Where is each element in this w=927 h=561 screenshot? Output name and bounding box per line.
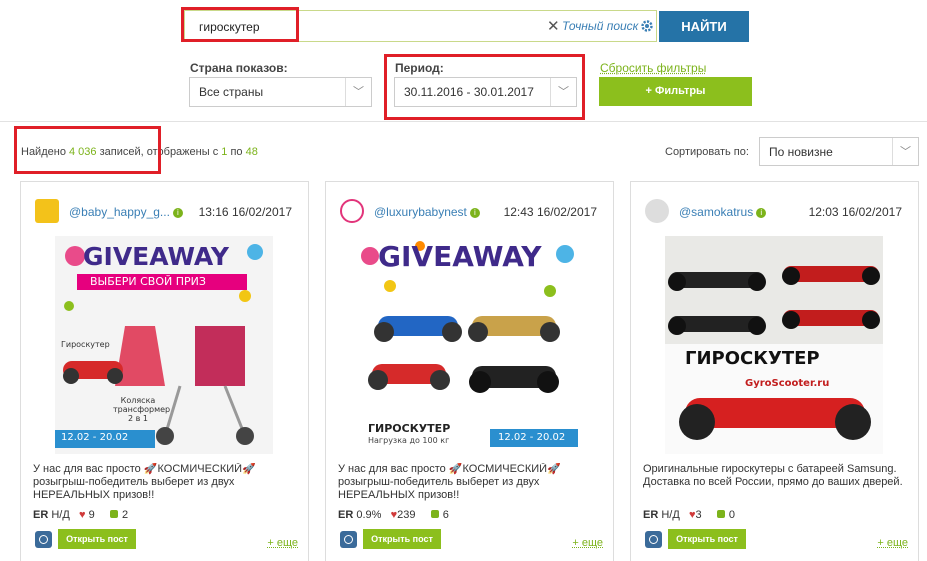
- giveaway-title: GIVEAWAY: [378, 240, 542, 273]
- prize-1: Гироскутер: [61, 340, 110, 349]
- choose-prize: ВЫБЕРИ СВОЙ ПРИЗ: [90, 275, 206, 288]
- post-stats: ER Н/Д ♥ 9 2: [33, 509, 129, 521]
- likes-count: 239: [397, 509, 416, 521]
- er-value: Н/Д: [51, 509, 70, 521]
- post-image[interactable]: ГИРОСКУТЕР GyroScooter.ru: [665, 236, 883, 454]
- brand-logo: GyroScooter.ru: [745, 378, 830, 389]
- post-card: @luxurybabynest i 12:43 16/02/2017 GIVEAW…: [325, 181, 614, 561]
- exact-search-toggle[interactable]: Точный поиск: [562, 19, 638, 33]
- filters-button[interactable]: + Фильтры: [599, 77, 752, 106]
- dates: 12.02 - 20.02: [498, 432, 566, 443]
- comments-count: 6: [442, 509, 449, 521]
- er-value: Н/Д: [661, 509, 680, 521]
- comment-icon: [716, 510, 725, 518]
- post-image-art: [665, 236, 883, 440]
- period-highlight: [384, 54, 585, 120]
- sort-value: По новизне: [769, 145, 833, 159]
- reset-filters-link[interactable]: Сбросить фильтры: [600, 61, 706, 75]
- open-post-button[interactable]: Открыть пост: [668, 529, 746, 549]
- verified-icon: i: [756, 208, 767, 218]
- country-label: Страна показов:: [190, 61, 288, 75]
- instagram-icon[interactable]: [35, 531, 52, 548]
- author-handle[interactable]: @baby_happy_g... i: [69, 205, 183, 219]
- post-caption: Оригинальные гироскутеры с батареей Sams…: [643, 463, 903, 488]
- likes-count: 3: [695, 509, 702, 521]
- verified-icon: i: [469, 208, 480, 218]
- post-card: @baby_happy_g... i 13:16 16/02/2017 GIVEA…: [20, 181, 309, 561]
- post-time: 12:43 16/02/2017: [503, 205, 597, 219]
- country-select[interactable]: Все страны ﹀: [189, 77, 372, 107]
- product-title: ГИРОСКУТЕР: [685, 348, 820, 369]
- heart-icon: ♥: [78, 509, 86, 521]
- comments-count: 0: [728, 509, 736, 521]
- chevron-down-icon: ﹀: [345, 78, 371, 106]
- search-header: гироскутер ✕ Точный поиск НАЙТИ Страна п…: [0, 0, 927, 122]
- instagram-icon[interactable]: [340, 531, 357, 548]
- verified-icon: i: [172, 208, 183, 218]
- comments-count: 2: [121, 509, 129, 521]
- likes-count: 9: [88, 509, 95, 521]
- post-time: 13:16 16/02/2017: [198, 205, 292, 219]
- open-post-button[interactable]: Открыть пост: [58, 529, 136, 549]
- post-image[interactable]: GIVEAWAY ГИРОСКУТЕР Нагрузка до 100 кг 1…: [360, 236, 578, 454]
- find-button[interactable]: НАЙТИ: [659, 11, 749, 42]
- results-highlight: [14, 126, 161, 174]
- search-highlight: [181, 7, 299, 42]
- avatar[interactable]: [340, 199, 364, 223]
- post-card: @samokatrus i 12:03 16/02/2017 ГИРОСКУТЕР…: [630, 181, 919, 561]
- sort-select[interactable]: По новизне ﹀: [759, 137, 919, 166]
- open-post-button[interactable]: Открыть пост: [363, 529, 441, 549]
- author-handle[interactable]: @samokatrus i: [679, 205, 767, 219]
- giveaway-title: GIVEAWAY: [83, 242, 229, 271]
- instagram-icon[interactable]: [645, 531, 662, 548]
- post-caption: У нас для вас просто 🚀КОСМИЧЕСКИЙ🚀 розыг…: [33, 463, 256, 501]
- product-sub: Нагрузка до 100 кг: [368, 436, 450, 445]
- post-stats: ER 0.9% ♥239 6: [338, 509, 449, 521]
- post-caption: У нас для вас просто 🚀КОСМИЧЕСКИЙ🚀 розыг…: [338, 463, 561, 501]
- more-link[interactable]: + еще: [267, 537, 298, 549]
- gear-icon[interactable]: [640, 19, 654, 33]
- more-link[interactable]: + еще: [877, 537, 908, 549]
- comment-icon: [109, 510, 118, 518]
- dates: 12.02 - 20.02: [61, 432, 129, 443]
- avatar[interactable]: [645, 199, 669, 223]
- post-time: 12:03 16/02/2017: [808, 205, 902, 219]
- er-value: 0.9%: [356, 509, 382, 521]
- product-title: ГИРОСКУТЕР: [368, 422, 451, 435]
- comment-icon: [430, 510, 439, 518]
- more-link[interactable]: + еще: [572, 537, 603, 549]
- author-handle[interactable]: @luxurybabynest i: [374, 205, 480, 219]
- avatar[interactable]: [35, 199, 59, 223]
- prize-2: Коляска трансформер 2 в 1: [113, 396, 171, 423]
- clear-icon[interactable]: ✕: [547, 17, 560, 35]
- sort-label: Сортировать по:: [665, 146, 749, 158]
- chevron-down-icon: ﹀: [892, 138, 918, 165]
- post-image[interactable]: GIVEAWAY ВЫБЕРИ СВОЙ ПРИЗ Гироскутер Кол…: [55, 236, 273, 454]
- country-value: Все страны: [199, 85, 264, 99]
- post-stats: ER Н/Д ♥3 0: [643, 509, 736, 521]
